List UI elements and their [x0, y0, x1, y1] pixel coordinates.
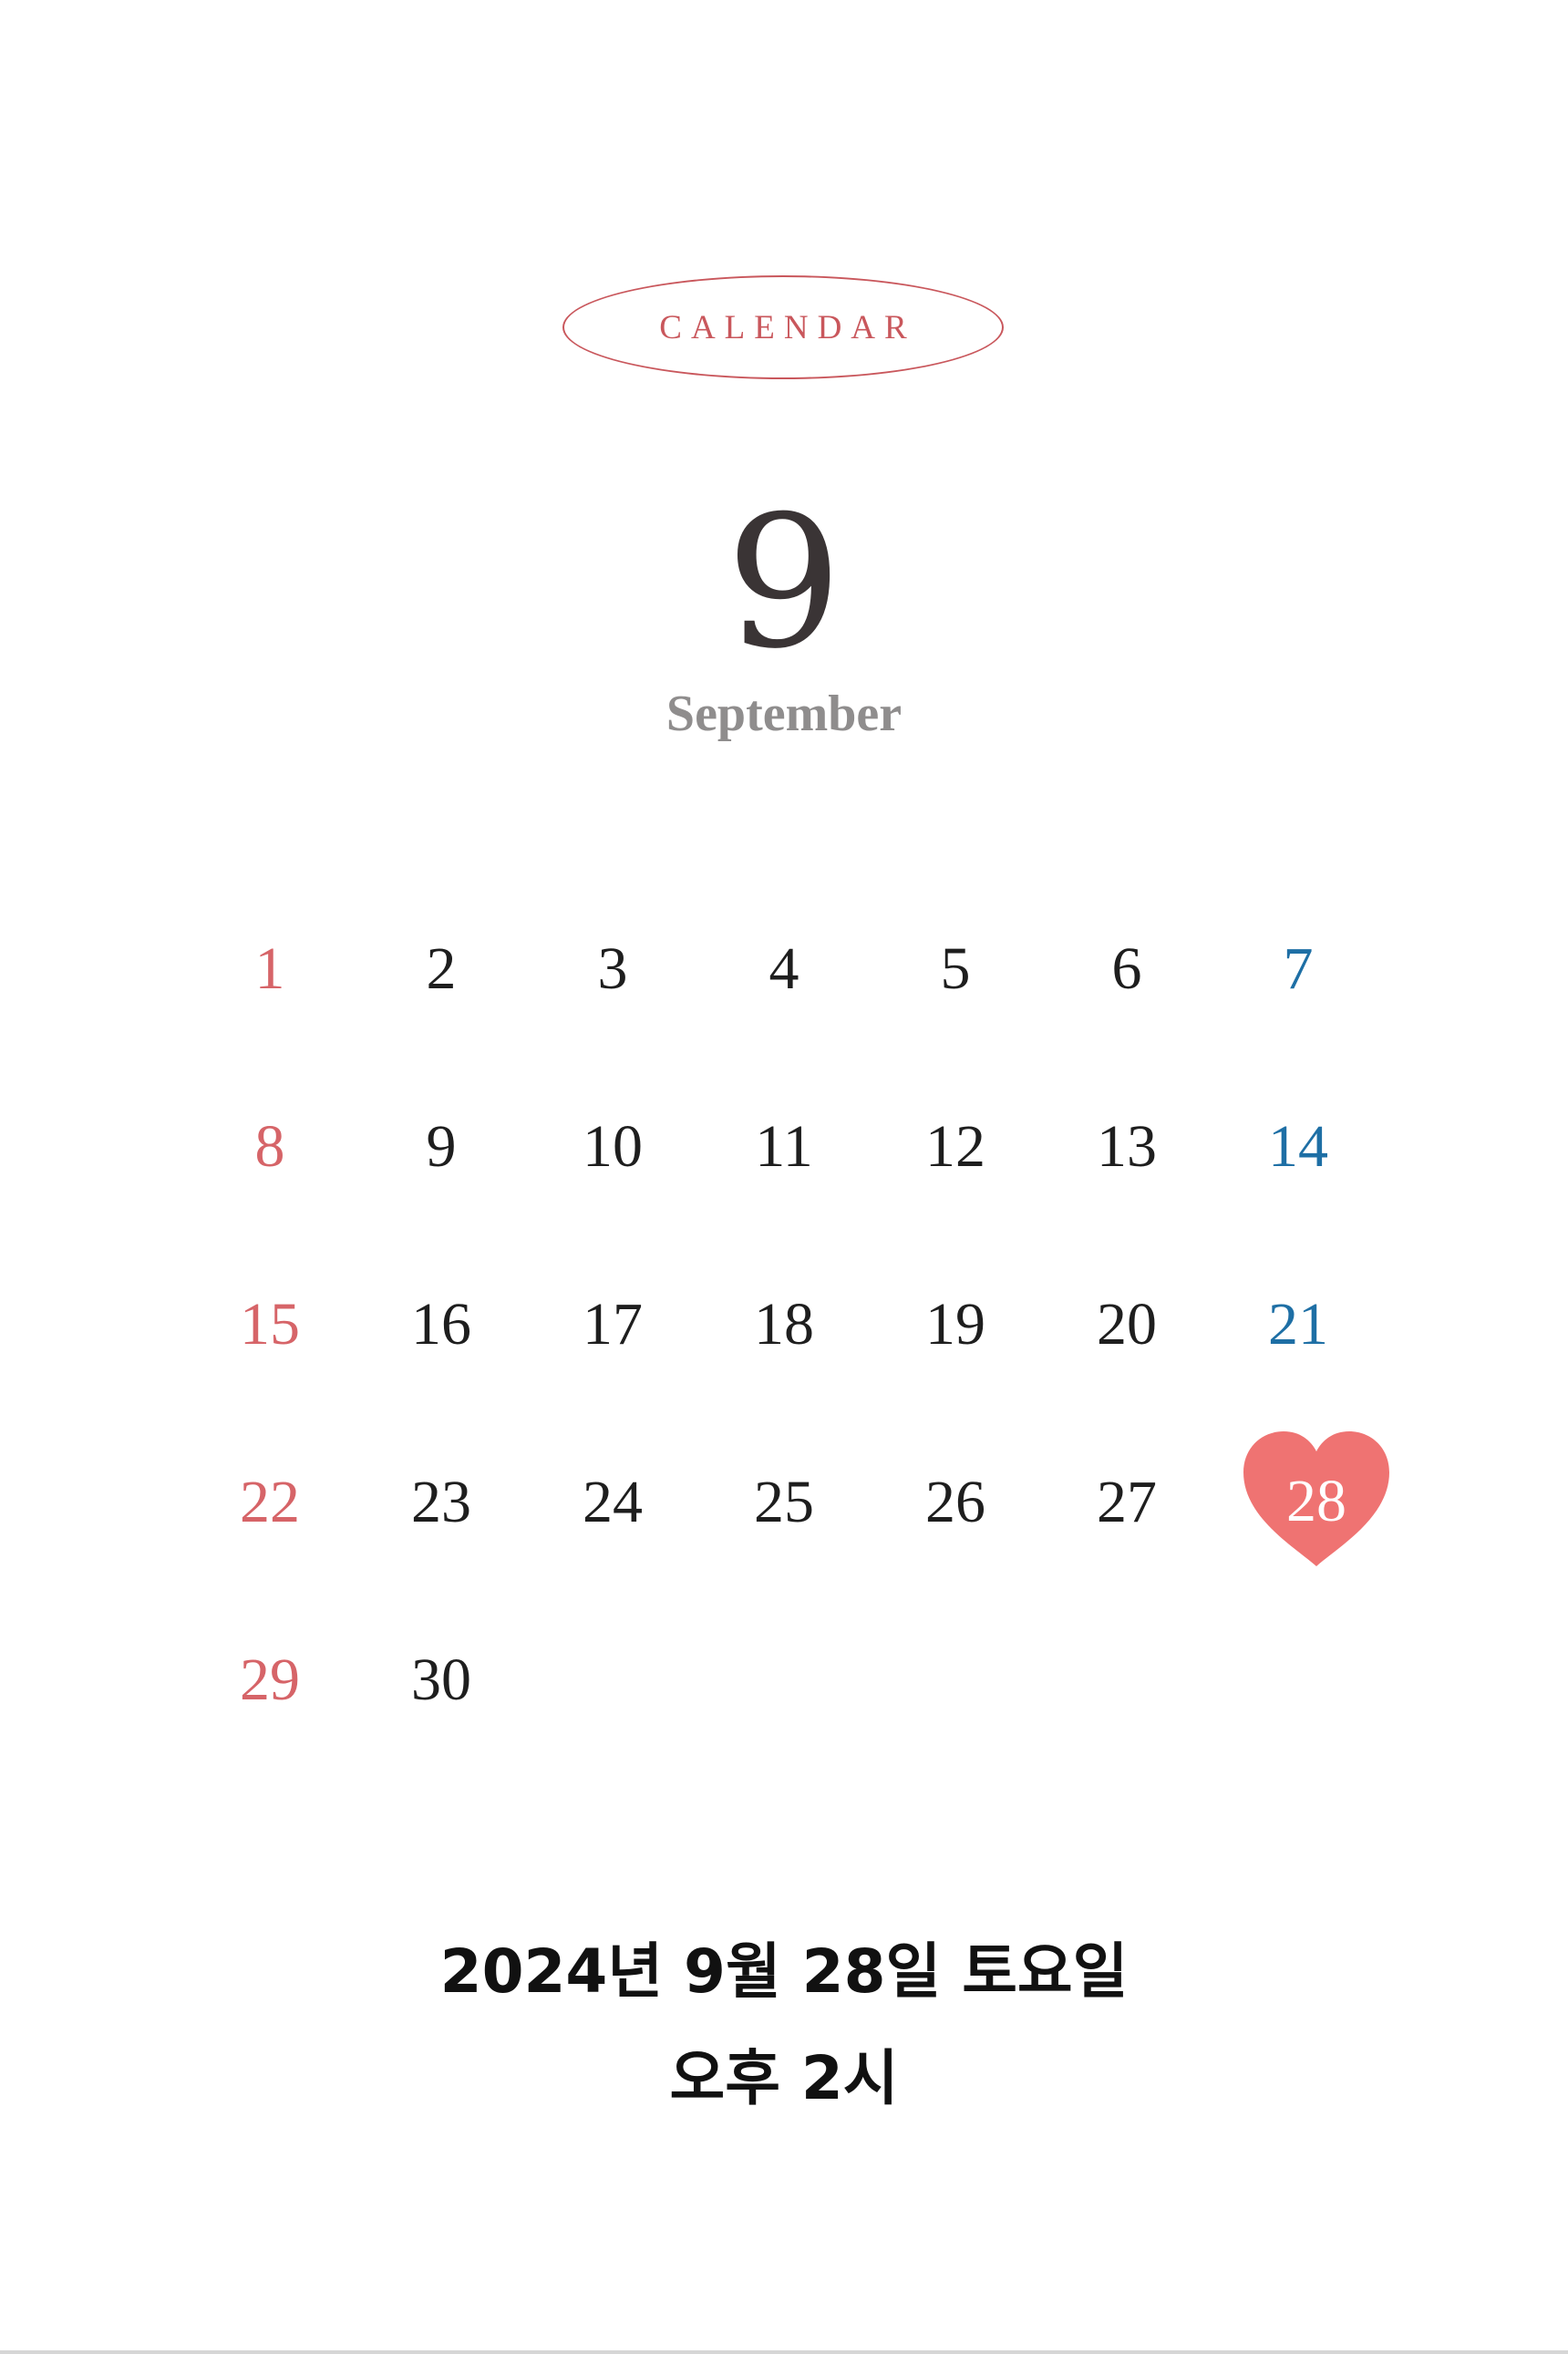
- calendar-badge-label: CALENDAR: [659, 308, 916, 346]
- calendar-day-label: 10: [583, 1112, 643, 1180]
- calendar-day-10[interactable]: 10: [527, 1058, 698, 1235]
- calendar-day-25[interactable]: 25: [698, 1413, 870, 1591]
- calendar-day-17[interactable]: 17: [527, 1235, 698, 1413]
- calendar-day-label: 27: [1097, 1468, 1157, 1535]
- calendar-day-11[interactable]: 11: [698, 1058, 870, 1235]
- calendar-day-21[interactable]: 21: [1212, 1235, 1384, 1413]
- calendar-day-label: 14: [1268, 1112, 1328, 1180]
- calendar-badge: CALENDAR: [562, 275, 1004, 379]
- calendar-day-label: 15: [240, 1290, 300, 1358]
- calendar-day-19[interactable]: 19: [870, 1235, 1041, 1413]
- calendar-day-label: 19: [925, 1290, 985, 1358]
- calendar-day-9[interactable]: 9: [356, 1058, 527, 1235]
- calendar-day-2[interactable]: 2: [356, 880, 527, 1058]
- calendar-day-label: 4: [769, 934, 799, 1002]
- calendar-day-label: 1: [254, 934, 285, 1002]
- calendar-day-15[interactable]: 15: [184, 1235, 356, 1413]
- calendar-day-label: 25: [754, 1468, 814, 1535]
- calendar-day-6[interactable]: 6: [1041, 880, 1212, 1058]
- calendar-day-label: 24: [583, 1468, 643, 1535]
- event-date: 2024년 9월 28일 토요일: [439, 1936, 1129, 2007]
- calendar-day-label: 13: [1097, 1112, 1157, 1180]
- calendar-day-24[interactable]: 24: [527, 1413, 698, 1591]
- calendar-day-label: 17: [583, 1290, 643, 1358]
- calendar-day-label: 2: [426, 934, 457, 1002]
- calendar-day-label: 6: [1111, 934, 1142, 1002]
- calendar-day-label: 11: [755, 1112, 813, 1180]
- calendar-day-label: 20: [1097, 1290, 1157, 1358]
- calendar-day-label: 9: [426, 1112, 457, 1180]
- calendar-day-27[interactable]: 27: [1041, 1413, 1212, 1591]
- calendar-day-30[interactable]: 30: [356, 1591, 527, 1769]
- calendar-day-14[interactable]: 14: [1212, 1058, 1384, 1235]
- calendar-day-29[interactable]: 29: [184, 1591, 356, 1769]
- calendar-day-12[interactable]: 12: [870, 1058, 1041, 1235]
- calendar-day-20[interactable]: 20: [1041, 1235, 1212, 1413]
- calendar-day-7[interactable]: 7: [1212, 880, 1384, 1058]
- calendar-day-label: 21: [1268, 1290, 1328, 1358]
- calendar-day-22[interactable]: 22: [184, 1413, 356, 1591]
- calendar-day-label: 29: [240, 1646, 300, 1713]
- month-name: September: [665, 686, 903, 742]
- calendar-day-18[interactable]: 18: [698, 1235, 870, 1413]
- calendar-day-label: 22: [240, 1468, 300, 1535]
- month-number: 9: [726, 477, 842, 689]
- calendar-day-label: 28: [1286, 1468, 1346, 1534]
- calendar-day-label: 23: [411, 1468, 471, 1535]
- bottom-divider: [0, 2350, 1568, 2354]
- calendar-day-16[interactable]: 16: [356, 1235, 527, 1413]
- calendar-day-label: 5: [940, 934, 971, 1002]
- calendar-day-label: 16: [411, 1290, 471, 1358]
- calendar-day-3[interactable]: 3: [527, 880, 698, 1058]
- calendar-grid: 1 2 3 4 5 6 7 8 9 10 11 12 13 14 15 16 17 18 19 20 21 22 23 24 2…: [184, 880, 1389, 1769]
- calendar-day-4[interactable]: 4: [698, 880, 870, 1058]
- calendar-day-28[interactable]: 28: [1212, 1413, 1389, 1591]
- calendar-day-label: 3: [597, 934, 628, 1002]
- calendar-day-label: 26: [925, 1468, 985, 1535]
- calendar-day-label: 8: [254, 1112, 285, 1180]
- calendar-day-5[interactable]: 5: [870, 880, 1041, 1058]
- calendar-day-23[interactable]: 23: [356, 1413, 527, 1591]
- calendar-day-label: 30: [411, 1646, 471, 1713]
- event-time: 오후 2시: [669, 2043, 899, 2113]
- calendar-day-8[interactable]: 8: [184, 1058, 356, 1235]
- calendar-day-26[interactable]: 26: [870, 1413, 1041, 1591]
- calendar-day-1[interactable]: 1: [184, 880, 356, 1058]
- calendar-day-label: 7: [1283, 934, 1314, 1002]
- calendar-day-label: 18: [754, 1290, 814, 1358]
- calendar-day-13[interactable]: 13: [1041, 1058, 1212, 1235]
- calendar-day-label: 12: [925, 1112, 985, 1180]
